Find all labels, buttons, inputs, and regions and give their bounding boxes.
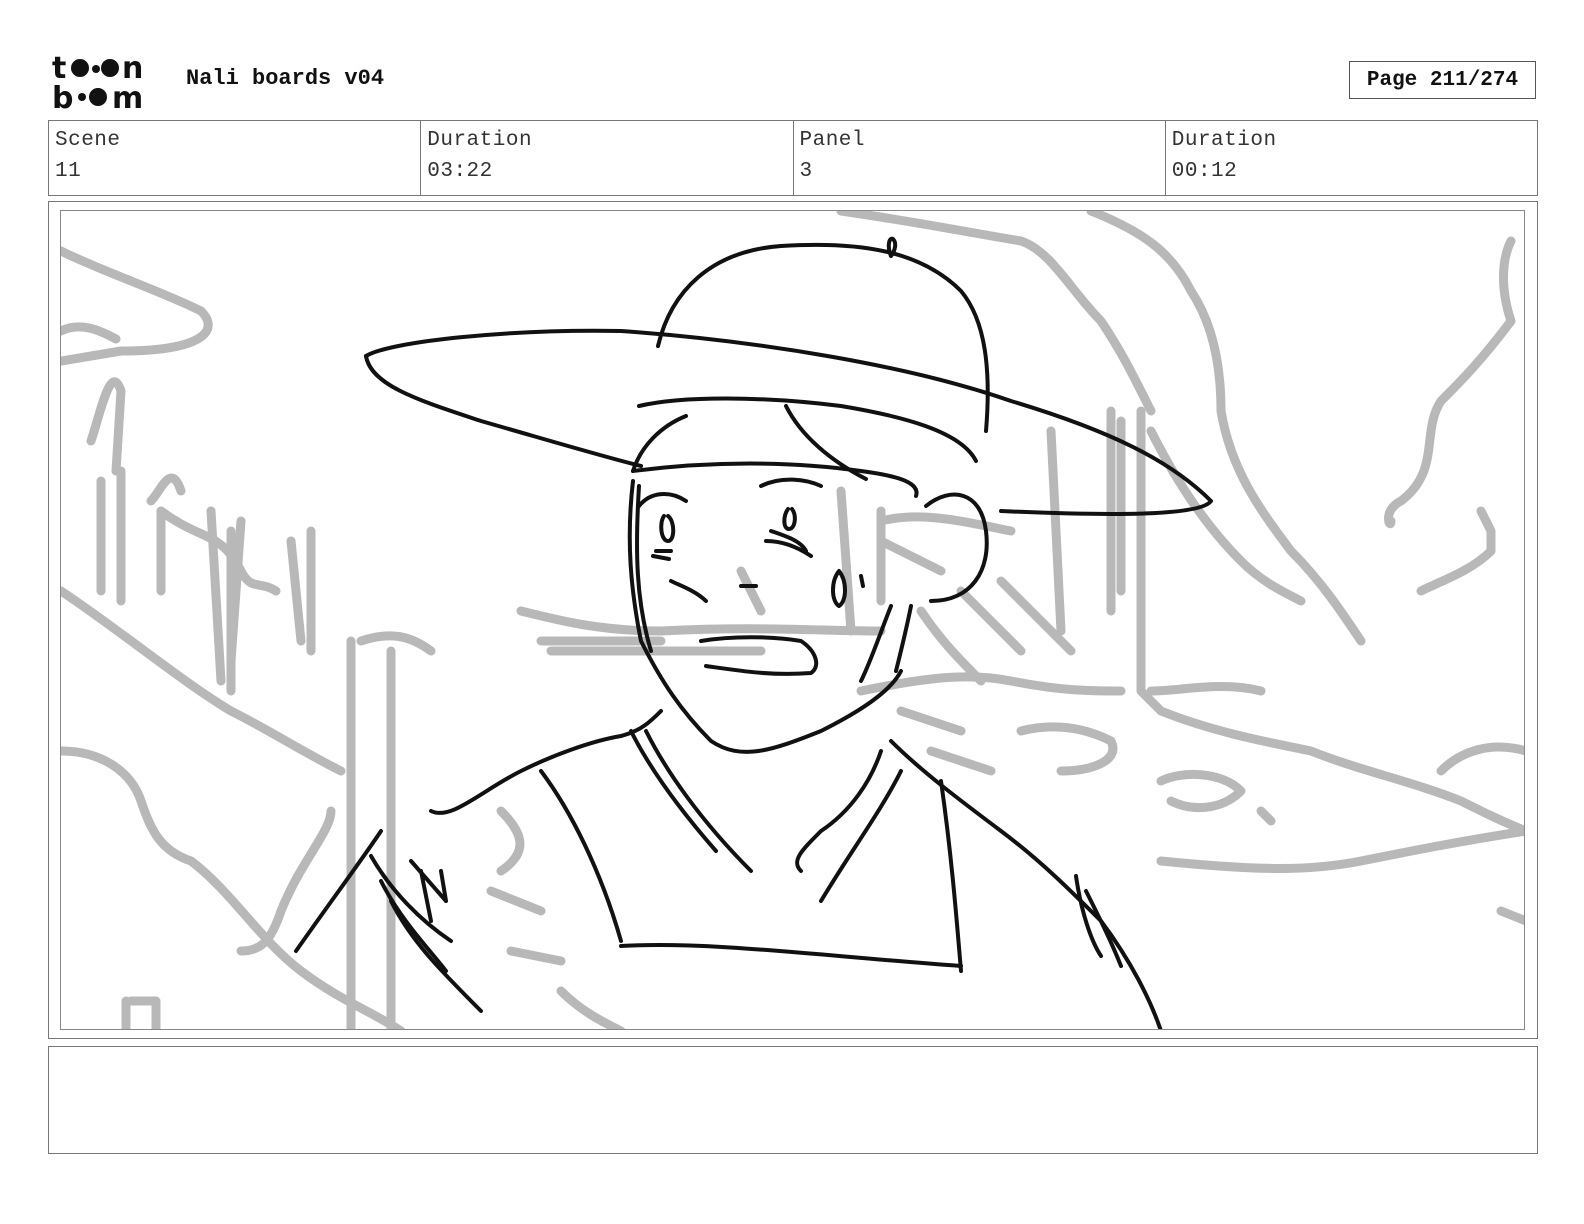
svg-text:m: m bbox=[112, 81, 143, 110]
panel-duration-value: 00:12 bbox=[1171, 160, 1238, 183]
panel-label: Panel bbox=[799, 129, 866, 152]
scene-cell: Scene 11 bbox=[49, 121, 422, 195]
character-sketch bbox=[294, 236, 1213, 1029]
page-indicator: Page 211/274 bbox=[1349, 61, 1536, 99]
panel-frame bbox=[48, 201, 1538, 1039]
svg-text:b: b bbox=[52, 81, 73, 110]
panel-duration-label: Duration bbox=[1171, 129, 1277, 152]
toonboom-logo: t n b m bbox=[52, 51, 164, 116]
scene-value: 11 bbox=[55, 160, 82, 183]
project-title: Nali boards v04 bbox=[186, 66, 385, 91]
scene-duration-label: Duration bbox=[427, 129, 533, 152]
panel-duration-cell: Duration 00:12 bbox=[1166, 121, 1537, 195]
page-label: Page 211/274 bbox=[1366, 68, 1519, 92]
scene-duration-cell: Duration 03:22 bbox=[421, 121, 794, 195]
panel-value: 3 bbox=[799, 160, 813, 183]
scene-label: Scene bbox=[55, 129, 121, 152]
panel-image bbox=[60, 210, 1525, 1030]
panel-notes-box bbox=[48, 1046, 1538, 1154]
scene-duration-value: 03:22 bbox=[427, 160, 493, 183]
toonboom-logo-mark: t n b m bbox=[52, 51, 143, 116]
storyboard-sketch bbox=[61, 211, 1524, 1029]
info-bar: Scene 11 Duration 03:22 Panel 3 Duration… bbox=[48, 120, 1538, 196]
background-sketch bbox=[61, 211, 1524, 1029]
panel-cell: Panel 3 bbox=[794, 121, 1166, 195]
